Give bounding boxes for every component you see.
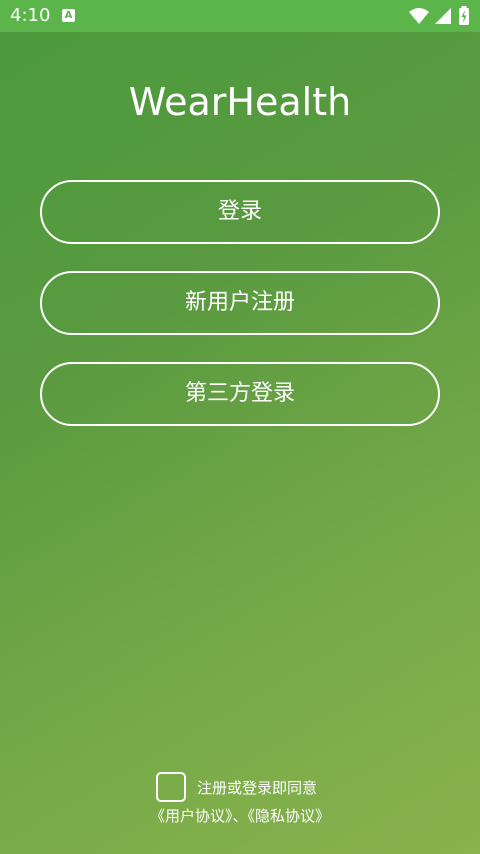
- privacy-agreement-link[interactable]: 《隐私协议》: [248, 807, 331, 825]
- status-bar: 4:10 A: [0, 0, 480, 32]
- third-party-login-button[interactable]: 第三方登录: [40, 362, 440, 426]
- wifi-icon: [409, 8, 429, 24]
- app-title: WearHealth: [128, 80, 352, 124]
- status-icons: [408, 6, 472, 26]
- agreement-checkbox[interactable]: [156, 772, 186, 802]
- login-button[interactable]: 登录: [40, 180, 440, 244]
- agreement-prompt: 注册或登录即同意: [197, 779, 318, 797]
- register-button[interactable]: 新用户注册: [40, 271, 440, 335]
- login-screen: 4:10 A WearHealth 登录 新用户注册 第三方登录 注册或登录即同…: [0, 0, 480, 854]
- notification-icon: A: [62, 9, 75, 22]
- status-time: 4:10: [10, 5, 51, 26]
- agreement-links: 《用户协议》、《隐私协议》: [0, 806, 480, 826]
- agreement-row: 注册或登录即同意: [0, 772, 480, 806]
- links-separator: 、: [232, 807, 248, 825]
- cellular-signal-icon: [435, 8, 451, 24]
- user-agreement-link[interactable]: 《用户协议》: [150, 807, 233, 825]
- battery-charging-icon: [459, 6, 469, 25]
- notification-letter: A: [64, 10, 73, 21]
